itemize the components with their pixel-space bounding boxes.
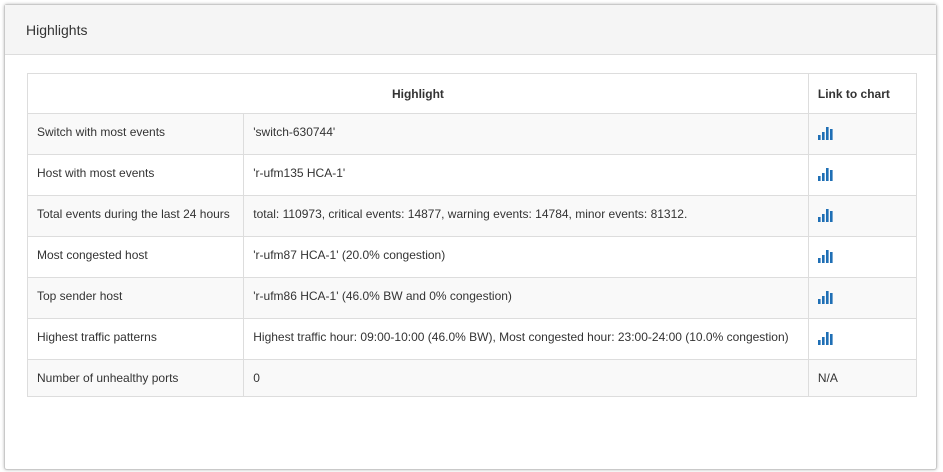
row-link-cell: N/A xyxy=(807,359,918,397)
row-label: Switch with most events xyxy=(26,113,245,155)
highlights-table: Highlight Link to chart Switch with most… xyxy=(26,73,918,397)
bar-chart-icon[interactable] xyxy=(817,331,833,345)
panel-heading: Highlights xyxy=(5,5,936,55)
bar-chart-icon[interactable] xyxy=(817,208,833,222)
row-value: total: 110973, critical events: 14877, w… xyxy=(243,195,809,237)
row-label: Highest traffic patterns xyxy=(26,318,245,360)
row-value: 'r-ufm135 HCA-1' xyxy=(243,154,809,196)
row-label: Number of unhealthy ports xyxy=(26,359,245,397)
table-row: Total events during the last 24 hours to… xyxy=(26,195,918,237)
highlight-column-header: Highlight xyxy=(27,73,809,114)
row-value: 'r-ufm87 HCA-1' (20.0% congestion) xyxy=(243,236,809,278)
panel-title: Highlights xyxy=(26,21,88,38)
not-available-text: N/A xyxy=(817,371,838,385)
row-value: 'r-ufm86 HCA-1' (46.0% BW and 0% congest… xyxy=(243,277,809,319)
row-label: Most congested host xyxy=(26,236,245,278)
table-row: Switch with most events 'switch-630744' xyxy=(26,113,918,155)
bar-chart-icon[interactable] xyxy=(817,167,833,181)
bar-chart-icon[interactable] xyxy=(817,249,833,263)
table-row: Number of unhealthy ports 0 N/A xyxy=(26,359,918,397)
row-value: 0 xyxy=(243,359,809,397)
row-link-cell xyxy=(807,236,918,278)
table-row: Host with most events 'r-ufm135 HCA-1' xyxy=(26,154,918,196)
row-label: Host with most events xyxy=(26,154,245,196)
row-value: 'switch-630744' xyxy=(243,113,809,155)
row-link-cell xyxy=(807,318,918,360)
row-link-cell xyxy=(807,154,918,196)
table-header-row: Highlight Link to chart xyxy=(27,73,918,114)
row-link-cell xyxy=(807,277,918,319)
panel-body: Highlight Link to chart Switch with most… xyxy=(5,55,936,397)
table-row: Top sender host 'r-ufm86 HCA-1' (46.0% B… xyxy=(26,277,918,319)
highlights-panel: Highlights Highlight Link to chart Switc… xyxy=(4,4,937,470)
row-label: Top sender host xyxy=(26,277,245,319)
table-row: Highest traffic patterns Highest traffic… xyxy=(26,318,918,360)
row-link-cell xyxy=(807,195,918,237)
bar-chart-icon[interactable] xyxy=(817,126,833,140)
row-label: Total events during the last 24 hours xyxy=(26,195,245,237)
row-value: Highest traffic hour: 09:00-10:00 (46.0%… xyxy=(243,318,809,360)
row-link-cell xyxy=(807,113,918,155)
bar-chart-icon[interactable] xyxy=(817,290,833,304)
table-row: Most congested host 'r-ufm87 HCA-1' (20.… xyxy=(26,236,918,278)
link-column-header: Link to chart xyxy=(807,73,918,114)
